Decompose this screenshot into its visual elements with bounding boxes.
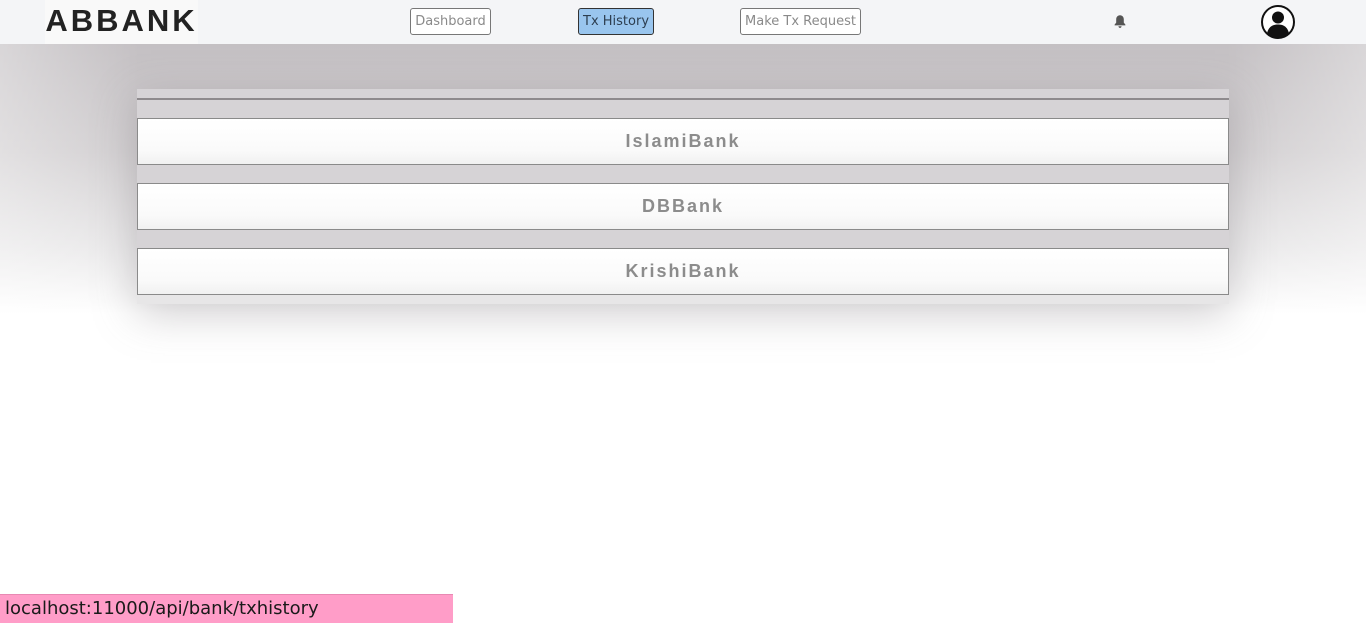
link-preview-status-bar: localhost:11000/api/bank/txhistory xyxy=(0,594,453,623)
backdrop-fade-left xyxy=(0,44,140,314)
top-navbar: ABBANK Dashboard Tx History Make Tx Requ… xyxy=(0,0,1366,44)
backdrop-fade-right xyxy=(1226,44,1366,314)
brand-logo[interactable]: ABBANK xyxy=(45,0,198,44)
bank-list-card: IslamiBank DBBank KrishiBank xyxy=(137,89,1229,304)
nav-tx-history-button[interactable]: Tx History xyxy=(578,8,654,35)
bell-icon[interactable] xyxy=(1113,14,1127,29)
nav-make-tx-request-button[interactable]: Make Tx Request xyxy=(740,8,861,35)
nav-dashboard-button[interactable]: Dashboard xyxy=(410,8,491,35)
card-divider xyxy=(137,98,1229,100)
card-footer-strip xyxy=(137,295,1229,304)
bank-item-islamibank[interactable]: IslamiBank xyxy=(137,118,1229,165)
page: ABBANK Dashboard Tx History Make Tx Requ… xyxy=(0,0,1366,623)
bank-item-krishibank[interactable]: KrishiBank xyxy=(137,248,1229,295)
user-avatar-icon[interactable] xyxy=(1261,5,1295,39)
bank-item-dbbank[interactable]: DBBank xyxy=(137,183,1229,230)
